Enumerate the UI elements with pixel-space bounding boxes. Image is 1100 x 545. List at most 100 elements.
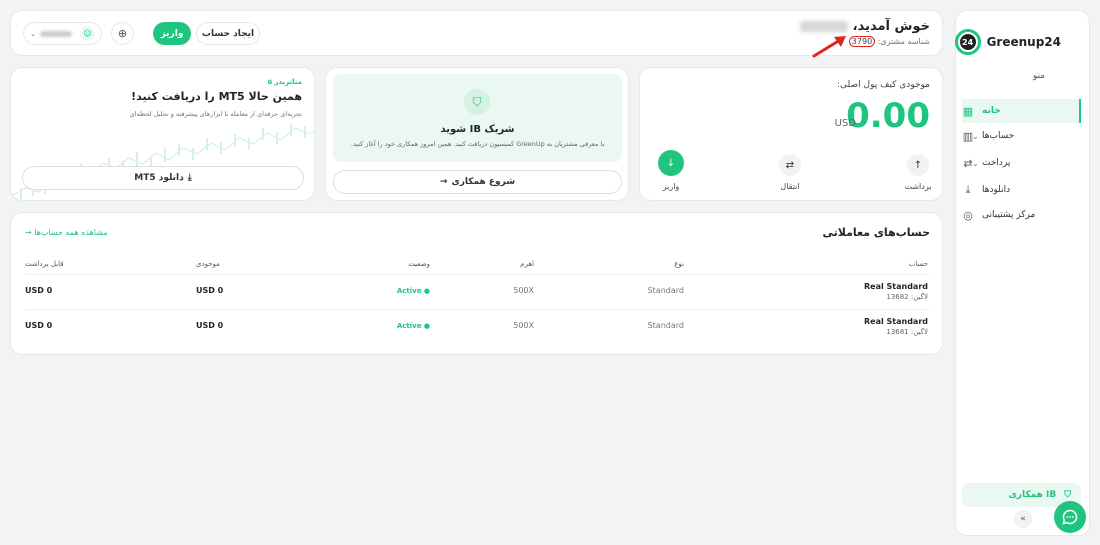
withdraw-label: برداشت [904, 182, 932, 191]
support-icon: ◎ [963, 208, 973, 222]
account-login: لاگین: 13681 [886, 328, 928, 336]
welcome-text: خوش آمدید، [852, 19, 930, 34]
view-all-accounts-link[interactable]: مشاهده همه حساب‌ها → [25, 228, 108, 237]
ib-title: شریک IB شوید [440, 124, 515, 135]
menu-title: منو [1032, 71, 1045, 81]
wallet-deposit-button[interactable]: ↓ واریز [651, 150, 691, 191]
arrow-left-icon: → [439, 177, 448, 187]
ib-banner: ⛉ شریک IB شوید با معرفی مشتریان به Green… [333, 74, 622, 162]
row-divider [25, 309, 930, 310]
create-account-button[interactable]: ایجاد حساب [196, 22, 260, 45]
account-name: Real Standard [864, 317, 928, 326]
annotation-arrow-icon [812, 36, 846, 58]
account-withdrawable: USD 0 [25, 321, 53, 330]
row-divider [25, 274, 930, 275]
client-id: شناسه مشتری: 3790 [848, 36, 930, 47]
sidebar: 24 Greenup24 منو ▦ خانه ▥ حساب‌ها ⌄ ⇄ پر… [954, 10, 1090, 536]
account-balance: USD 0 [196, 321, 224, 330]
column-header-balance: موجودی [196, 260, 220, 268]
chevron-down-icon: ⌄ [30, 29, 36, 38]
transfer-icon: ⇄ [779, 154, 801, 176]
sidebar-ib-label: همکاری IB [1008, 490, 1057, 500]
ib-partner-card: ⛉ شریک IB شوید با معرفی مشتریان به Green… [325, 67, 629, 201]
arrow-right-icon: → [25, 228, 32, 237]
status-dot-icon: ● [423, 322, 430, 330]
account-name: Real Standard [864, 282, 928, 291]
status-text: Active [396, 322, 422, 330]
withdraw-button[interactable]: ↑ برداشت [898, 154, 938, 191]
download-icon: ⤓ [965, 183, 971, 196]
transfer-button[interactable]: ⇄ انتقال [770, 154, 810, 191]
sidebar-item-payment[interactable]: ⇄ پرداخت ⌄ [962, 151, 1081, 175]
mt5-title: همین حالا MT5 را دریافت کنید! [131, 90, 302, 103]
collapse-sidebar-button[interactable]: « [1014, 510, 1032, 528]
client-id-label: شناسه مشتری: [877, 37, 930, 46]
brand-logo[interactable]: 24 Greenup24 [954, 29, 1061, 55]
logo-icon: 24 [954, 29, 981, 55]
sidebar-item-label: خانه [982, 106, 1001, 116]
wallet-title: موجودی کیف پول اصلی: [837, 80, 930, 90]
arrow-down-icon: ↓ [658, 150, 684, 176]
blurred-username [39, 30, 72, 37]
download-mt5-button[interactable]: ⤓ دانلود MT5 [22, 166, 304, 190]
deposit-label: واریز [662, 182, 680, 191]
blurred-username [800, 21, 849, 32]
chevron-down-icon: ⌄ [972, 158, 979, 168]
grid-icon: ▦ [962, 104, 974, 118]
shield-icon: ⛉ [1064, 490, 1071, 500]
double-chevron-icon: « [1020, 514, 1026, 524]
shield-icon: ⛉ [464, 89, 490, 115]
arrow-up-icon: ↑ [907, 154, 929, 176]
sidebar-item-downloads[interactable]: ⤓ دانلودها [962, 178, 1081, 202]
ib-description: با معرفی مشتریان به GreenUp کمیسیون دریا… [350, 140, 605, 148]
status-dot-icon: ● [423, 287, 430, 295]
status-text: Active [396, 287, 422, 295]
welcome-message: خوش آمدید، [800, 19, 930, 34]
account-balance: USD 0 [196, 286, 224, 295]
mt5-tag: متاتریدر ۵ [267, 78, 302, 86]
language-button[interactable]: ⊕ [111, 22, 134, 45]
chevron-down-icon: ⌄ [972, 131, 979, 141]
column-header-type: نوع [674, 260, 684, 268]
wallet-currency: USD [834, 118, 856, 129]
mt5-card: متاتریدر ۵ همین حالا MT5 را دریافت کنید!… [10, 67, 315, 201]
sidebar-item-accounts[interactable]: ▥ حساب‌ها ⌄ [962, 124, 1081, 148]
download-mt5-label: دانلود MT5 [134, 173, 184, 183]
user-icon: ☺ [80, 26, 95, 41]
view-all-label: مشاهده همه حساب‌ها [34, 228, 108, 237]
user-menu[interactable]: ⌄ ☺ [23, 22, 102, 45]
sidebar-item-label: مرکز پشتیبانی [982, 210, 1036, 220]
client-id-value: 3790 [848, 36, 876, 47]
download-icon: ⤓ [187, 173, 192, 183]
account-withdrawable: USD 0 [25, 286, 53, 295]
status-badge: Active ● [397, 322, 430, 330]
status-badge: Active ● [397, 287, 430, 295]
account-login: لاگین: 13682 [886, 293, 928, 301]
logo-badge-text: 24 [959, 34, 976, 50]
account-type: Standard [647, 321, 684, 330]
start-partnership-button[interactable]: شروع همکاری → [333, 170, 622, 194]
account-type: Standard [647, 286, 684, 295]
column-header-status: وضعیت [408, 260, 430, 268]
accounts-title: حساب‌های معاملاتی [822, 226, 930, 239]
sidebar-item-home[interactable]: ▦ خانه [962, 99, 1081, 123]
sidebar-item-support[interactable]: ◎ مرکز پشتیبانی [962, 203, 1081, 227]
deposit-button[interactable]: واریز [153, 22, 191, 45]
chat-button[interactable] [1054, 501, 1086, 533]
wallet-amount: 0.00 [846, 96, 930, 136]
column-header-account: حساب [908, 260, 928, 268]
start-partnership-label: شروع همکاری [451, 177, 516, 187]
mt5-description: تجربه‌ای حرفه‌ای از معامله با ابزارهای پ… [129, 110, 302, 118]
column-header-leverage: اهرم [520, 260, 534, 268]
column-header-withdrawable: قابل برداشت [25, 260, 64, 268]
sidebar-item-label: پرداخت [982, 158, 1011, 168]
trading-accounts-card: حساب‌های معاملاتی مشاهده همه حساب‌ها → ح… [10, 212, 943, 355]
sidebar-item-label: دانلودها [982, 185, 1011, 195]
globe-icon: ⊕ [117, 27, 128, 40]
sidebar-item-label: حساب‌ها [982, 131, 1015, 141]
account-leverage: 500X [513, 286, 534, 295]
transfer-label: انتقال [780, 182, 800, 191]
wallet-card: موجودی کیف پول اصلی: 0.00 USD ↑ برداشت ⇄… [639, 67, 943, 201]
account-leverage: 500X [513, 321, 534, 330]
top-header: خوش آمدید، شناسه مشتری: 3790 ⌄ ☺ ⊕ واریز… [10, 10, 943, 56]
